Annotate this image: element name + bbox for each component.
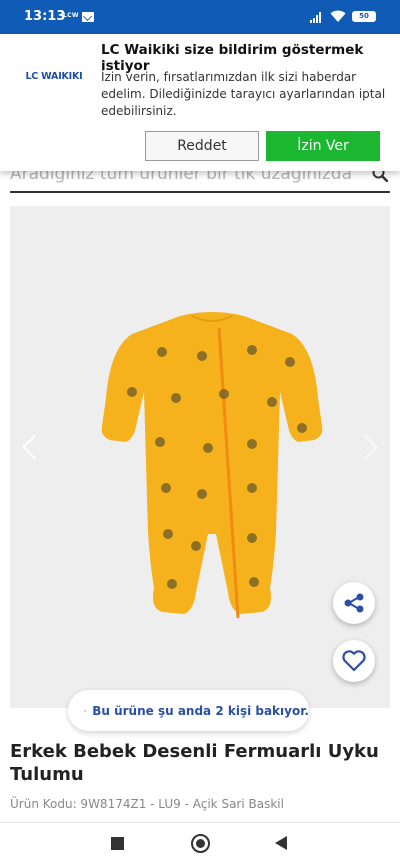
notification-prompt: LC WAIKIKI LC Waikiki size bildirim göst… <box>0 34 400 171</box>
brand-logo-text: LC WAIKIKI <box>25 70 83 82</box>
chevron-right-icon[interactable] <box>352 434 378 460</box>
product-title: Erkek Bebek Desenli Fermuarlı Uyku Tulum… <box>10 741 379 785</box>
heart-icon <box>342 650 366 672</box>
status-bar: 13:13 LCW 50 <box>0 0 400 34</box>
back-icon[interactable] <box>275 836 287 850</box>
product-image-carousel[interactable] <box>10 206 390 708</box>
share-icon <box>344 593 364 613</box>
viewers-text: Bu ürüne şu anda 2 kişi bakıyor. <box>92 703 309 718</box>
mail-icon <box>82 12 94 22</box>
share-button[interactable] <box>333 582 375 624</box>
reject-button[interactable]: Reddet <box>145 131 259 161</box>
viewers-badge: Bu ürüne şu anda 2 kişi bakıyor. <box>68 690 309 731</box>
battery-icon: 50 <box>352 11 376 22</box>
brand-logo: LC WAIKIKI <box>20 44 88 108</box>
signal-icon <box>310 11 324 23</box>
home-icon[interactable] <box>191 834 210 853</box>
chevron-left-icon[interactable] <box>22 434 48 460</box>
wifi-icon <box>330 10 346 22</box>
allow-button[interactable]: İzin Ver <box>266 131 380 161</box>
product-photo <box>101 312 323 619</box>
system-nav-bar <box>0 822 400 866</box>
eye-icon <box>84 709 87 712</box>
notification-body: İzin verin, fırsatlarımızdan ilk sizi ha… <box>101 70 386 118</box>
status-time: 13:13 <box>24 9 66 24</box>
recents-icon[interactable] <box>111 837 124 850</box>
product-code: Ürün Kodu: 9W8174Z1 - LU9 - Açik Sari Ba… <box>10 797 284 811</box>
status-lcw-badge: LCW <box>63 12 79 19</box>
favorite-button[interactable] <box>333 640 375 682</box>
